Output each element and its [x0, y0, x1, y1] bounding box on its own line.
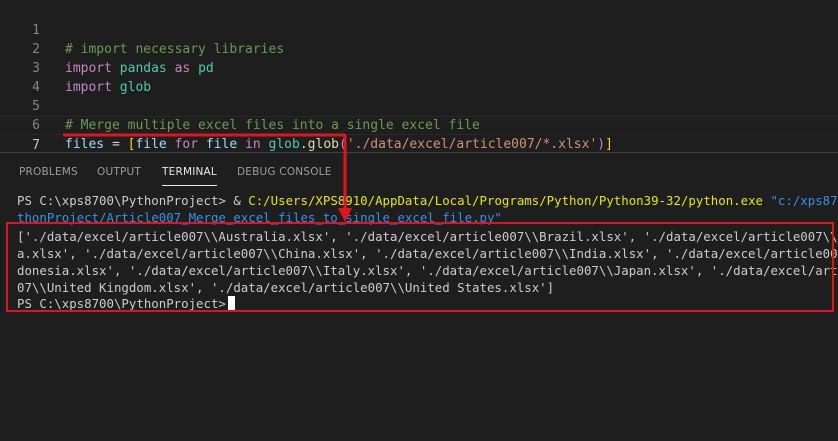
- line-number: 7: [32, 138, 40, 152]
- code-token: in: [245, 137, 261, 152]
- code-line[interactable]: 4: [0, 59, 838, 95]
- terminal-prompt: PS C:\xps8700\PythonProject>: [17, 193, 234, 208]
- code-token: file: [205, 137, 238, 152]
- code-token: glob: [307, 137, 339, 152]
- code-line[interactable]: 2 import pandas as pd: [0, 21, 838, 76]
- terminal-final-prompt-line[interactable]: PS C:\xps8700\PythonProject>: [17, 295, 235, 312]
- tab-output[interactable]: OUTPUT: [97, 153, 141, 188]
- code-token: for: [174, 137, 199, 152]
- code-token: ]: [605, 137, 613, 152]
- terminal-prompt: PS C:\xps8700\PythonProject>: [17, 296, 226, 311]
- code-line[interactable]: 1 # import necessary libraries: [0, 2, 838, 57]
- code-token: './data/excel/article007/*.xlsx': [346, 137, 598, 152]
- terminal-panel[interactable]: PS C:\xps8700\PythonProject> & C:/Users/…: [0, 188, 838, 441]
- terminal-output-line: ['./data/excel/article007\\Australia.xls…: [17, 229, 838, 244]
- line-code[interactable]: files = [file for file in glob.glob('./d…: [65, 135, 613, 152]
- tab-terminal[interactable]: TERMINAL: [162, 153, 217, 188]
- code-token: glob: [268, 137, 300, 152]
- script-path-continued: thonProject/Article007_Merge_excel_files…: [17, 210, 502, 225]
- panel-tabs: PROBLEMS OUTPUT TERMINAL DEBUG CONSOLE: [0, 153, 838, 188]
- code-token: =: [104, 137, 128, 152]
- code-line[interactable]: 5 # Merge multiple excel files into a si…: [0, 78, 838, 133]
- script-path-part: "c:/xps8700/Py: [770, 193, 838, 208]
- code-editor[interactable]: 1 # import necessary libraries 2 import …: [0, 0, 838, 152]
- code-token: .: [299, 137, 308, 152]
- code-line-current[interactable]: 7 print(files): [0, 116, 838, 152]
- terminal-output-line: a.xlsx', './data/excel/article007\\China…: [17, 246, 838, 261]
- terminal-output-line: 07\\United Kingdom.xlsx', './data/excel/…: [17, 280, 555, 295]
- terminal-command-line: PS C:\xps8700\PythonProject> & C:/Users/…: [17, 192, 838, 209]
- code-token: file: [135, 137, 167, 152]
- code-line[interactable]: 6 files = [file for file in glob.glob('.…: [0, 97, 838, 152]
- terminal-output-line: donesia.xlsx', './data/excel/article007\…: [17, 263, 838, 278]
- python-exe-path: C:/Users/XPS8910/AppData/Local/Programs/…: [248, 193, 763, 208]
- code-token: ): [597, 137, 606, 152]
- tab-debug-console[interactable]: DEBUG CONSOLE: [237, 153, 332, 188]
- code-token: files: [65, 137, 105, 152]
- terminal-ampersand: &: [233, 193, 249, 208]
- code-line[interactable]: 3 import glob: [0, 40, 838, 95]
- terminal-cursor: [227, 296, 235, 311]
- tab-problems[interactable]: PROBLEMS: [19, 153, 78, 188]
- code-token: (: [338, 137, 347, 152]
